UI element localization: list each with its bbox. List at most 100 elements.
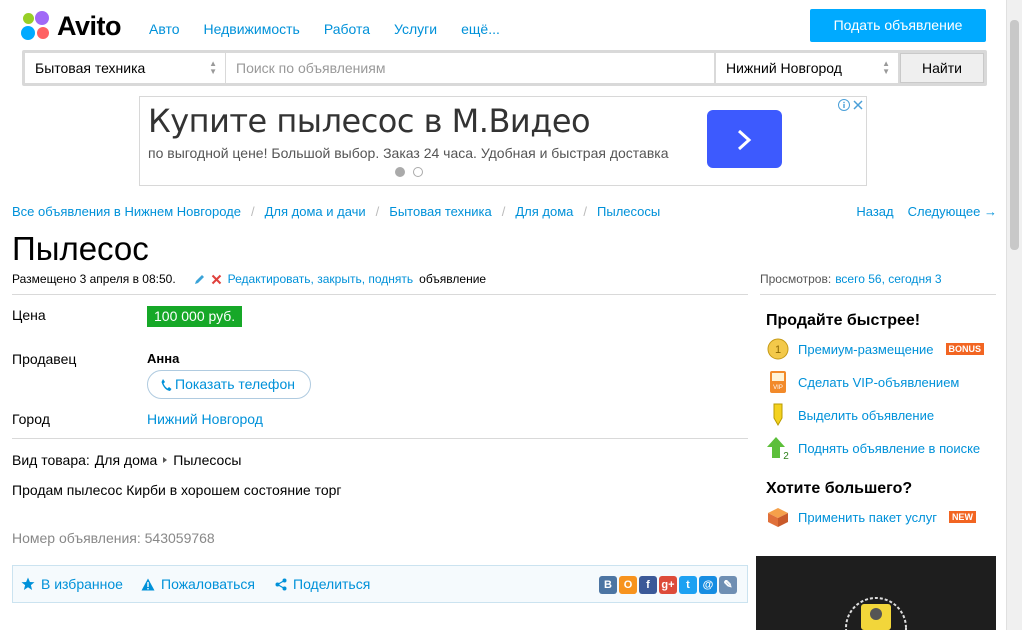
premium-link[interactable]: Премиум-размещение	[798, 342, 934, 357]
twitter-icon[interactable]: t	[679, 576, 697, 594]
phone-icon	[161, 378, 172, 391]
share-label: Поделиться	[293, 576, 371, 592]
nav-jobs[interactable]: Работа	[324, 21, 370, 37]
ad-subtitle: по выгодной цене! Большой выбор. Заказ 2…	[148, 145, 669, 161]
odnoklassniki-icon[interactable]: О	[619, 576, 637, 594]
breadcrumb-all[interactable]: Все объявления в Нижнем Новгороде	[12, 204, 241, 219]
logo-dots-icon	[21, 11, 51, 41]
breadcrumb: Все объявления в Нижнем Новгороде / Для …	[12, 204, 661, 219]
edit-suffix: объявление	[419, 272, 487, 286]
logo-text: Avito	[57, 10, 122, 41]
actions-bar: В избранное Пожаловаться Поделиться В О …	[12, 565, 748, 603]
package-item[interactable]: Применить пакет услуг NEW	[766, 505, 976, 529]
search-bar: Бытовая техника ▲ ▼ Поиск по объявлениям …	[22, 50, 987, 86]
page-scrollbar[interactable]	[1006, 0, 1022, 630]
search-button[interactable]: Найти	[900, 53, 984, 83]
show-phone-button[interactable]: Показать телефон	[147, 370, 311, 399]
views-link[interactable]: всего 56, сегодня 3	[835, 272, 941, 286]
ad-pagination	[395, 167, 423, 177]
nav-realty[interactable]: Недвижимость	[204, 21, 300, 37]
select-arrows-icon: ▲ ▼	[209, 59, 217, 76]
svg-text:VIP: VIP	[773, 385, 783, 391]
arrow-up-icon: 2	[766, 436, 790, 460]
livejournal-icon[interactable]: ✎	[719, 576, 737, 594]
chevron-right-icon	[737, 129, 752, 151]
views-counter: Просмотров: всего 56, сегодня 3	[760, 272, 942, 286]
emblem-icon	[845, 597, 907, 630]
bonus-badge: BONUS	[945, 343, 985, 355]
goods-type-label: Вид товара:	[12, 452, 90, 468]
vk-icon[interactable]: В	[599, 576, 617, 594]
marker-icon	[766, 403, 790, 427]
breadcrumb-appliances[interactable]: Бытовая техника	[389, 204, 491, 219]
city-link[interactable]: Нижний Новгород	[147, 411, 263, 427]
pager: Назад Следующее →	[856, 204, 997, 219]
raise-item[interactable]: 2 Поднять объявление в поиске	[766, 436, 980, 460]
ad-banner[interactable]: Купите пылесос в М.Видео по выгодной цен…	[139, 96, 867, 186]
divider	[12, 294, 748, 295]
close-icon[interactable]	[852, 99, 864, 111]
triangle-right-icon	[163, 457, 168, 463]
seller-label: Продавец	[12, 351, 77, 367]
report-button[interactable]: Пожаловаться	[141, 576, 255, 592]
back-link[interactable]: Назад	[856, 204, 893, 219]
package-link[interactable]: Применить пакет услуг	[798, 510, 937, 525]
breadcrumb-home-garden[interactable]: Для дома и дачи	[265, 204, 366, 219]
coin-icon: 1	[766, 337, 790, 361]
scrollbar-thumb[interactable]	[1010, 20, 1019, 250]
divider	[12, 438, 748, 439]
breadcrumb-vacuums[interactable]: Пылесосы	[597, 204, 660, 219]
category-value: Бытовая техника	[35, 60, 146, 76]
description: Продам пылесос Кирби в хорошем состояние…	[12, 482, 342, 498]
goods-type: Вид товара: Для дома Пылесосы	[12, 452, 241, 468]
social-buttons: В О f g+ t @ ✎	[599, 576, 737, 594]
ad-number: Номер объявления: 543059768	[12, 530, 215, 546]
edit-close-raise-link[interactable]: Редактировать, закрыть, поднять	[228, 272, 413, 286]
delete-icon[interactable]	[211, 274, 222, 285]
price-value: 100 000 руб.	[147, 306, 243, 327]
search-input[interactable]: Поиск по объявлениям	[226, 53, 714, 83]
posted-date: Размещено 3 апреля в 08:50.	[12, 272, 176, 286]
page-title: Пылесос	[12, 230, 149, 267]
share-button[interactable]: Поделиться	[275, 576, 370, 592]
report-label: Пожаловаться	[161, 576, 256, 592]
views-label: Просмотров:	[760, 272, 832, 286]
info-icon[interactable]	[838, 99, 850, 111]
divider	[760, 294, 996, 295]
seller-name: Анна	[147, 351, 180, 366]
mail-icon[interactable]: @	[699, 576, 717, 594]
listing-meta: Размещено 3 апреля в 08:50. Редактироват…	[12, 272, 486, 286]
favorite-button[interactable]: В избранное	[21, 576, 123, 592]
google-plus-icon[interactable]: g+	[659, 576, 677, 594]
star-icon	[21, 577, 35, 590]
vip-item[interactable]: VIP Сделать VIP-объявлением	[766, 370, 959, 394]
pencil-icon[interactable]	[194, 274, 205, 285]
ad-dot-active[interactable]	[395, 167, 405, 177]
next-link[interactable]: Следующее →	[908, 204, 997, 219]
ad-arrow-button[interactable]	[707, 110, 782, 168]
highlight-item[interactable]: Выделить объявление	[766, 403, 934, 427]
favorite-label: В избранное	[41, 576, 123, 592]
premium-placement-item[interactable]: 1 Премиум-размещение BONUS	[766, 337, 985, 361]
sidebar-ad-image[interactable]	[756, 556, 996, 630]
nav-more[interactable]: ещё...	[461, 21, 500, 37]
avito-logo[interactable]: Avito	[21, 10, 122, 42]
post-ad-button[interactable]: Подать объявление	[810, 9, 986, 42]
vip-link[interactable]: Сделать VIP-объявлением	[798, 375, 959, 390]
city-value: Нижний Новгород	[726, 60, 842, 76]
warning-icon	[141, 578, 155, 590]
ad-dot[interactable]	[413, 167, 423, 177]
ad-title[interactable]: Купите пылесос в М.Видео	[148, 102, 591, 140]
city-select[interactable]: Нижний Новгород ▲ ▼	[716, 53, 898, 83]
facebook-icon[interactable]: f	[639, 576, 657, 594]
category-select[interactable]: Бытовая техника ▲ ▼	[25, 53, 225, 83]
raise-link[interactable]: Поднять объявление в поиске	[798, 441, 980, 456]
want-more-heading: Хотите большего?	[766, 480, 913, 497]
nav-services[interactable]: Услуги	[394, 21, 437, 37]
highlight-link[interactable]: Выделить объявление	[798, 408, 934, 423]
ad-info	[838, 99, 864, 111]
svg-text:1: 1	[775, 344, 781, 356]
city-label: Город	[12, 411, 50, 427]
breadcrumb-for-home[interactable]: Для дома	[515, 204, 573, 219]
nav-auto[interactable]: Авто	[149, 21, 180, 37]
